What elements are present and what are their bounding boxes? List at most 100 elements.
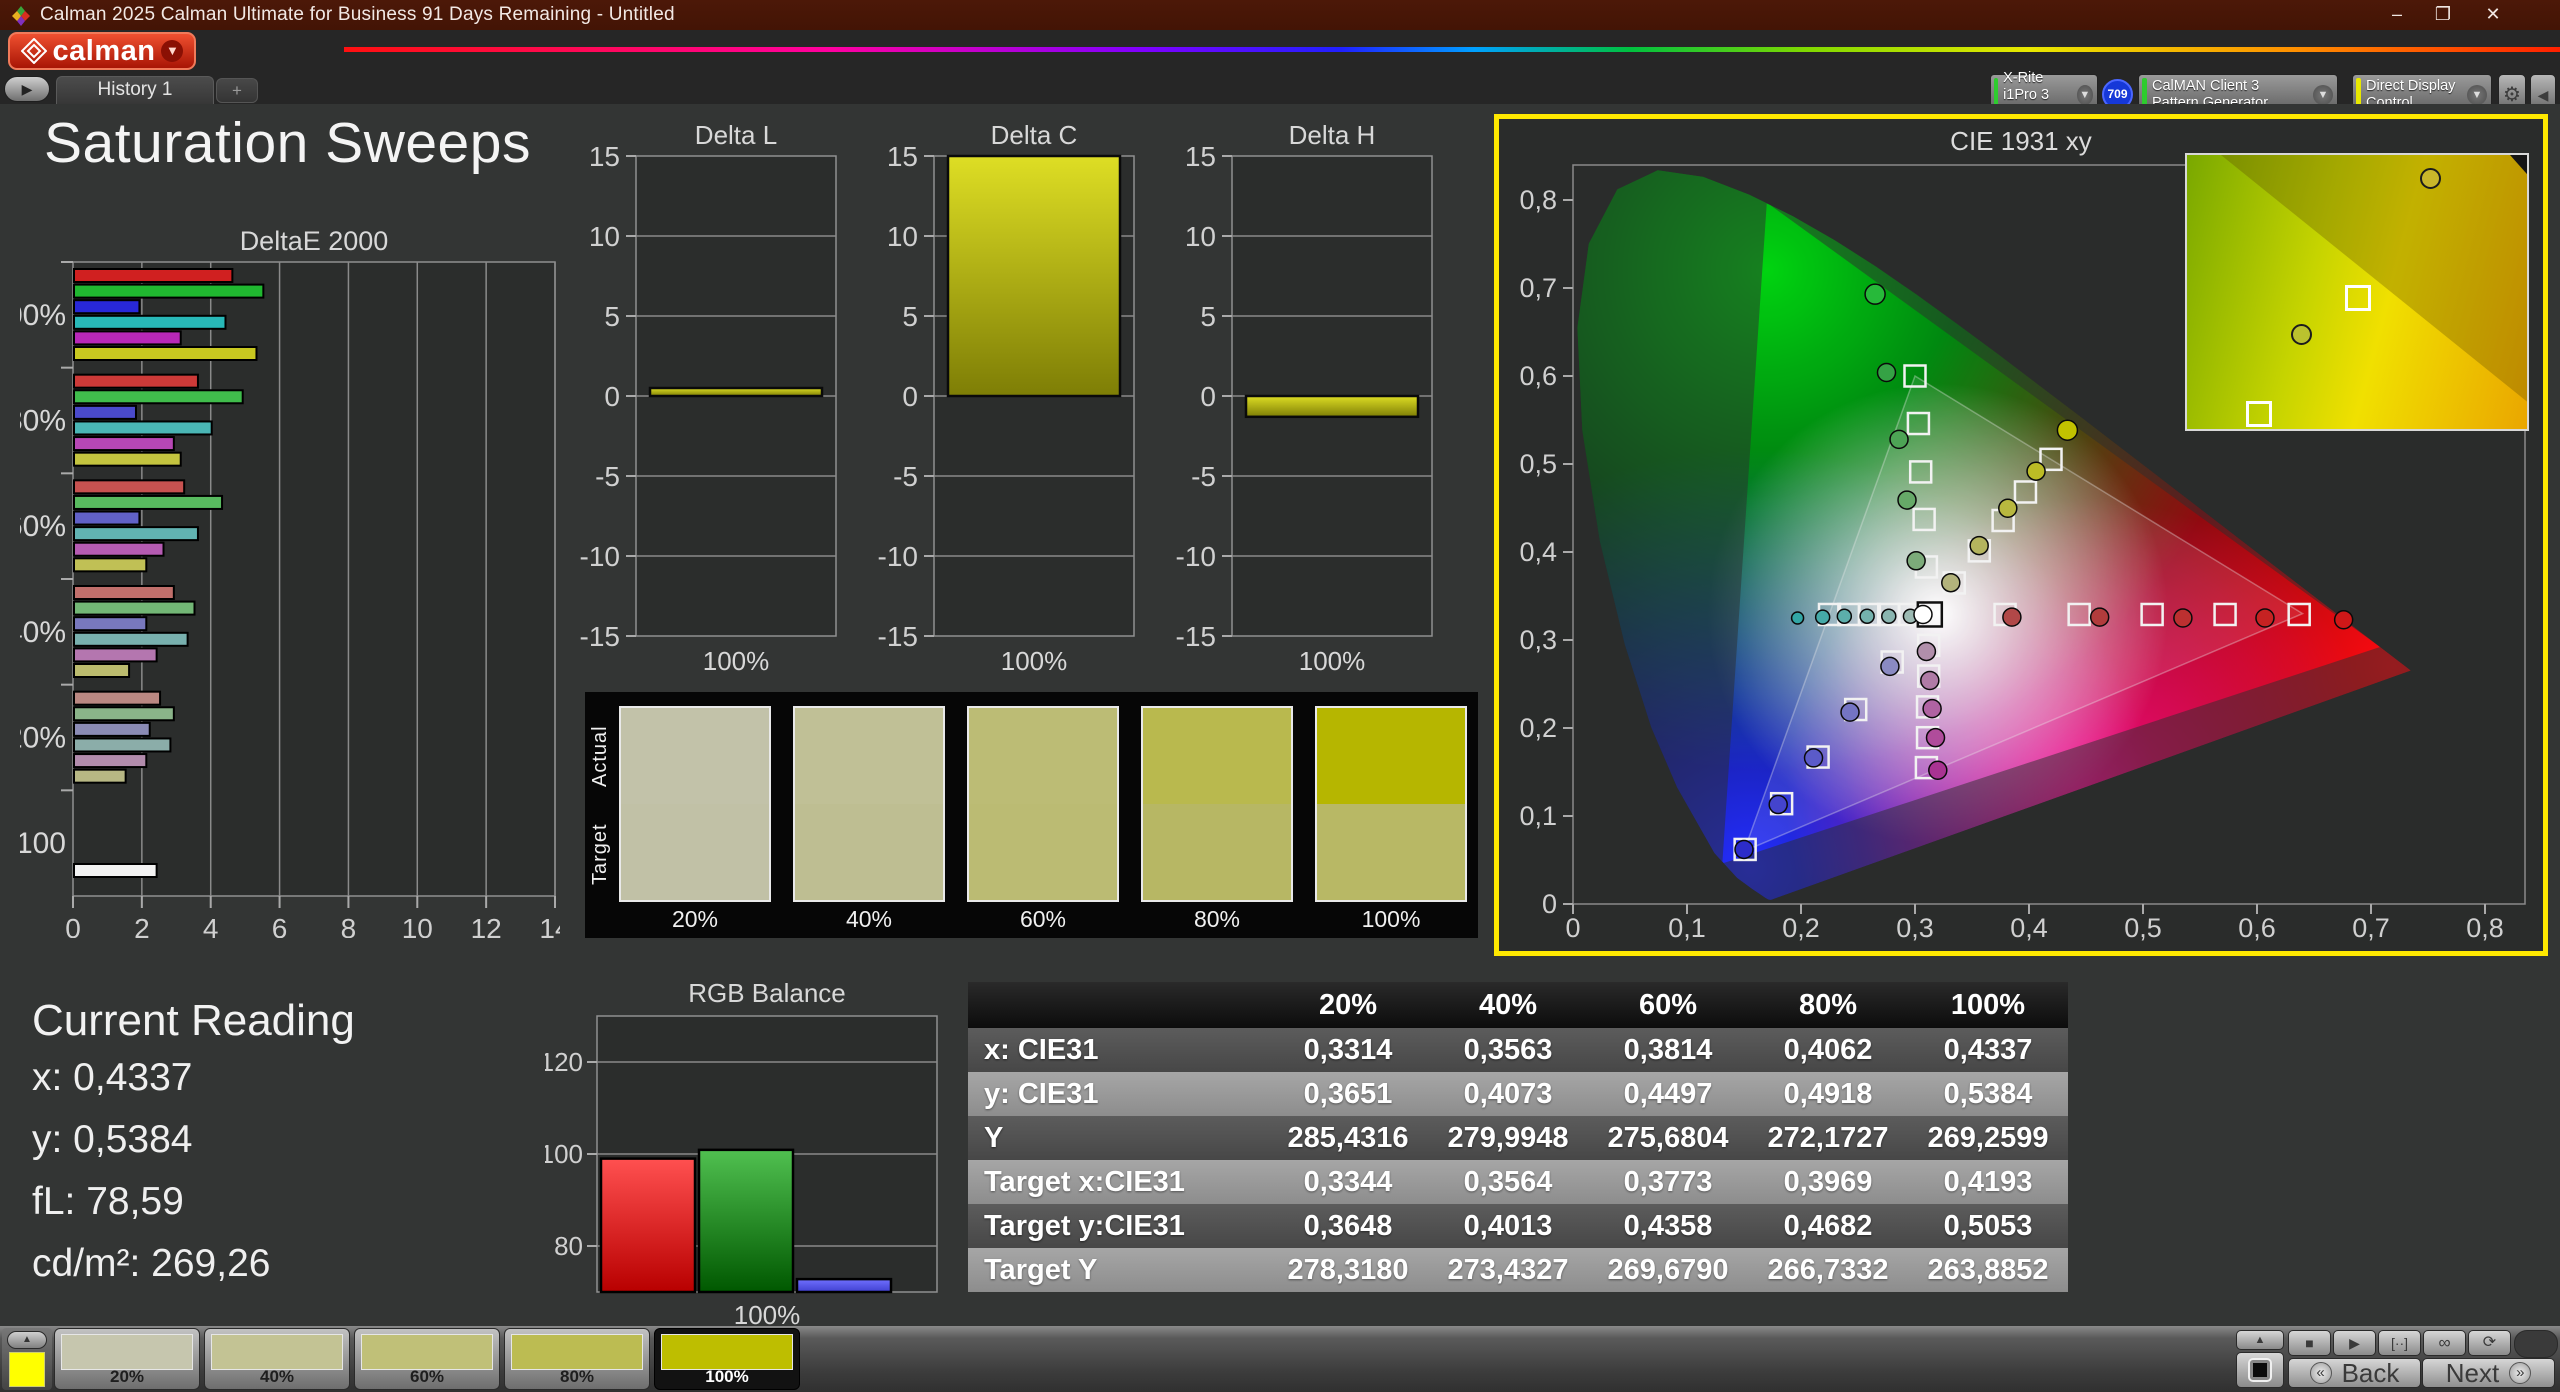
svg-text:0,1: 0,1 bbox=[1519, 801, 1557, 831]
swatch-percent-label: 100% bbox=[1315, 906, 1467, 933]
svg-text:-10: -10 bbox=[1176, 541, 1216, 572]
actual-color bbox=[1143, 708, 1291, 804]
series-read-button[interactable]: [··] bbox=[2378, 1330, 2421, 1356]
cie-measurement-dot bbox=[2335, 611, 2353, 629]
svg-text:RGB Balance: RGB Balance bbox=[688, 982, 846, 1008]
deltae-bar bbox=[74, 437, 174, 450]
svg-text:100%: 100% bbox=[20, 299, 66, 332]
table-cell: 273,4327 bbox=[1428, 1248, 1588, 1292]
calman-menu-button[interactable]: calman ▼ bbox=[8, 32, 196, 70]
pattern-swatch-button-20%[interactable]: 20% bbox=[54, 1328, 200, 1390]
pattern-swatch-button-40%[interactable]: 40% bbox=[204, 1328, 350, 1390]
chevron-down-icon: ▼ bbox=[2077, 85, 2093, 105]
tab-row: ▶ History 1 + X-Rite i1Pro 3Direct View … bbox=[0, 74, 2560, 104]
cie-measurement-dot bbox=[1837, 609, 1851, 623]
rgb-bar-blue bbox=[797, 1279, 891, 1292]
table-cell: 0,4193 bbox=[1908, 1160, 2068, 1204]
table-row-label: Target y:CIE31 bbox=[968, 1204, 1268, 1248]
deltae-bar bbox=[74, 527, 198, 540]
svg-text:0: 0 bbox=[65, 913, 81, 938]
cie-measurement-dot bbox=[1865, 284, 1885, 304]
table-cell: 269,2599 bbox=[1908, 1116, 2068, 1160]
svg-text:80%: 80% bbox=[20, 405, 66, 438]
deltae-bar bbox=[74, 558, 146, 571]
expand-nav-button[interactable]: ▲ bbox=[2236, 1330, 2284, 1350]
cie-measurement-dot bbox=[2256, 609, 2274, 627]
cie-measurement-dot bbox=[1929, 761, 1947, 779]
deltae-bar bbox=[74, 586, 174, 599]
actual-color bbox=[621, 708, 769, 804]
inactive-round-button[interactable] bbox=[2514, 1330, 2558, 1358]
add-tab-button[interactable]: + bbox=[216, 78, 258, 103]
cie-measurement-dot bbox=[2027, 462, 2045, 480]
refresh-button[interactable]: ⟳ bbox=[2468, 1330, 2511, 1356]
pattern-swatch-button-80%[interactable]: 80% bbox=[504, 1328, 650, 1390]
cie-measurement-dot bbox=[1970, 537, 1988, 555]
target-color bbox=[621, 804, 769, 900]
table-cell: 263,8852 bbox=[1908, 1248, 2068, 1292]
next-button[interactable]: Next » bbox=[2422, 1358, 2555, 1388]
table-cell: 0,3969 bbox=[1748, 1160, 1908, 1204]
cie-measurement-dot bbox=[1927, 729, 1945, 747]
svg-text:Delta L: Delta L bbox=[695, 124, 777, 150]
pattern-color-chip bbox=[361, 1334, 493, 1370]
cie-zoom-inset bbox=[2185, 153, 2529, 431]
expand-pattern-button[interactable]: ▲ bbox=[7, 1331, 47, 1349]
back-label: Back bbox=[2342, 1358, 2400, 1389]
inset-circle bbox=[2291, 324, 2312, 345]
actual-color bbox=[1317, 708, 1465, 804]
cie-measurement-dot bbox=[1860, 609, 1874, 623]
table-cell: 0,3651 bbox=[1268, 1072, 1428, 1116]
deltae-bar bbox=[74, 375, 198, 388]
maximize-button[interactable]: ❐ bbox=[2420, 0, 2466, 28]
svg-text:5: 5 bbox=[604, 301, 620, 332]
svg-text:120: 120 bbox=[545, 1047, 583, 1077]
pattern-color-chip bbox=[661, 1334, 793, 1370]
pattern-percent-label: 60% bbox=[355, 1367, 499, 1387]
svg-text:10: 10 bbox=[589, 221, 620, 252]
minimize-button[interactable]: – bbox=[2374, 0, 2420, 28]
back-button[interactable]: « Back bbox=[2288, 1358, 2421, 1388]
table-row-label: y: CIE31 bbox=[968, 1072, 1268, 1116]
svg-text:0,7: 0,7 bbox=[1519, 273, 1557, 303]
table-header: 60% bbox=[1588, 982, 1748, 1028]
pattern-swatch-button-100%[interactable]: 100% bbox=[654, 1328, 800, 1390]
close-button[interactable]: ✕ bbox=[2470, 0, 2516, 28]
delta-bar bbox=[1246, 396, 1418, 417]
svg-text:0,4: 0,4 bbox=[2010, 913, 2048, 941]
stop-pattern-button[interactable] bbox=[2236, 1352, 2284, 1388]
svg-text:20%: 20% bbox=[20, 722, 66, 755]
cie-measurement-dot bbox=[1805, 749, 1823, 767]
svg-text:Delta H: Delta H bbox=[1289, 124, 1376, 150]
svg-text:0: 0 bbox=[1542, 889, 1557, 919]
svg-text:0,2: 0,2 bbox=[1782, 913, 1820, 941]
target-color bbox=[1143, 804, 1291, 900]
tab-history-1[interactable]: History 1 bbox=[56, 76, 214, 104]
cie-measurement-dot bbox=[1923, 700, 1941, 718]
target-color bbox=[795, 804, 943, 900]
continuous-read-button[interactable]: ∞ bbox=[2423, 1330, 2466, 1356]
delta-bar bbox=[948, 156, 1120, 396]
play-button[interactable]: ▶ bbox=[2333, 1330, 2376, 1356]
deltae-bar bbox=[74, 864, 157, 877]
svg-text:100: 100 bbox=[20, 827, 66, 860]
svg-text:-10: -10 bbox=[878, 541, 918, 572]
window-titlebar: Calman 2025 Calman Ultimate for Business… bbox=[0, 0, 2560, 30]
cie-measurement-dot bbox=[2003, 608, 2021, 626]
svg-text:0,7: 0,7 bbox=[2352, 913, 2390, 941]
pattern-swatch-button-60%[interactable]: 60% bbox=[354, 1328, 500, 1390]
cie-measurement-dot bbox=[1882, 609, 1896, 623]
svg-text:0,5: 0,5 bbox=[1519, 449, 1557, 479]
swatch-percent-label: 60% bbox=[967, 906, 1119, 933]
chevron-down-icon: ▼ bbox=[161, 40, 183, 62]
deltae-bar bbox=[74, 707, 174, 720]
stop-button[interactable]: ■ bbox=[2288, 1330, 2331, 1356]
deltae-bar bbox=[74, 480, 184, 493]
delta-l-chart: Delta L151050-5-10-15100% bbox=[570, 124, 850, 704]
deltae-bar bbox=[74, 723, 150, 736]
table-cell: 275,6804 bbox=[1588, 1116, 1748, 1160]
table-cell: 0,3564 bbox=[1428, 1160, 1588, 1204]
session-play-button[interactable]: ▶ bbox=[4, 76, 50, 102]
actual-row-label: Actual bbox=[589, 708, 613, 804]
target-color bbox=[1317, 804, 1465, 900]
